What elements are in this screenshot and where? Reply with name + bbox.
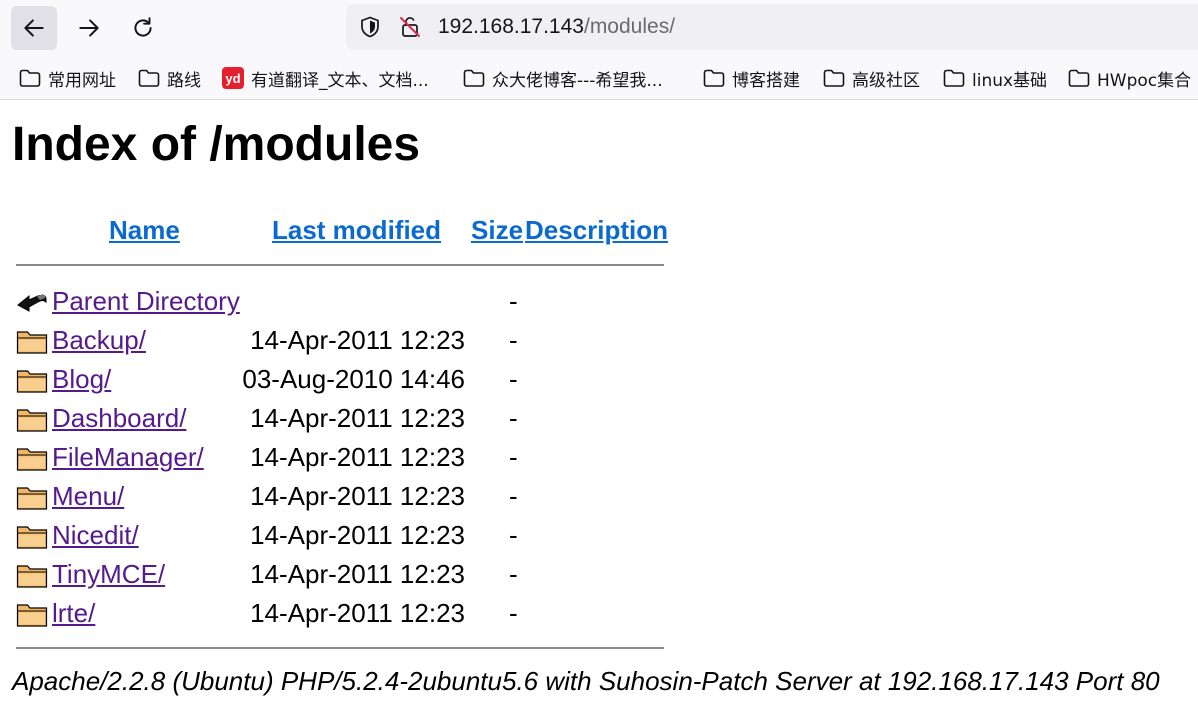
entry-link[interactable]: Blog/ [52, 362, 111, 396]
table-row: TinyMCE/ 14-Apr-2011 12:23 - [0, 557, 700, 593]
entry-link[interactable]: Nicedit/ [52, 518, 139, 552]
folder-icon [16, 331, 48, 354]
address-bar[interactable]: 192.168.17.143/modules/ [346, 4, 1198, 50]
table-row: FileManager/ 14-Apr-2011 12:23 - [0, 440, 700, 476]
insecure-lock-icon[interactable] [398, 15, 422, 39]
entry-link[interactable]: FileManager/ [52, 440, 204, 474]
shield-icon[interactable] [358, 15, 382, 39]
url-text[interactable]: 192.168.17.143/modules/ [438, 14, 675, 40]
url-path: /modules/ [583, 15, 676, 38]
entry-size: - [509, 286, 518, 316]
entry-date: 14-Apr-2011 12:23 [250, 403, 465, 433]
sort-by-last-modified-link[interactable]: Last modified [272, 214, 441, 246]
browser-toolbar: 192.168.17.143/modules/ [0, 0, 1198, 56]
back-arrow-icon [24, 19, 44, 37]
forward-button[interactable] [66, 6, 112, 50]
entry-link[interactable]: Menu/ [52, 479, 124, 513]
entry-date: 14-Apr-2011 12:23 [250, 325, 465, 355]
entry-link[interactable]: TinyMCE/ [52, 557, 165, 591]
folder-icon [1068, 69, 1090, 87]
header-divider [16, 264, 664, 266]
folder-icon [463, 69, 485, 87]
bookmark-folder[interactable]: 众大佬博客---希望我... [463, 66, 663, 91]
folder-icon [823, 69, 845, 87]
footer-divider [16, 647, 664, 649]
reload-icon [134, 17, 152, 37]
entry-link[interactable]: Parent Directory [52, 284, 240, 318]
page-title: Index of /modules [12, 118, 421, 171]
bookmark-folder[interactable]: 博客搭建 [703, 66, 800, 91]
table-row: Nicedit/ 14-Apr-2011 12:23 - [0, 518, 700, 554]
folder-icon [16, 370, 48, 393]
entry-date: 14-Apr-2011 12:23 [250, 520, 465, 550]
entry-size: - [509, 598, 518, 628]
bookmark-label: 众大佬博客---希望我... [492, 70, 663, 91]
table-row: Blog/ 03-Aug-2010 14:46 - [0, 362, 700, 398]
back-arrow-icon [17, 294, 47, 312]
bookmark-label: 博客搭建 [732, 70, 800, 91]
entry-size: - [509, 364, 518, 394]
folder-icon [16, 565, 48, 588]
entry-size: - [509, 481, 518, 511]
sort-by-name-link[interactable]: Name [109, 214, 180, 246]
bookmark-label: 高级社区 [852, 70, 920, 91]
bookmark-label: 有道翻译_文本、文档... [251, 70, 429, 91]
bookmark-folder[interactable]: linux基础 [943, 66, 1048, 91]
reload-button[interactable] [120, 6, 166, 50]
bookmarks-bar: 常用网址 路线 yd 有道翻译_文本、文档... 众大佬博客---希望我... … [0, 56, 1198, 100]
entry-size: - [509, 520, 518, 550]
entry-size: - [509, 325, 518, 355]
forward-arrow-icon [79, 19, 99, 37]
entry-date: 14-Apr-2011 12:23 [250, 559, 465, 589]
entry-date: 14-Apr-2011 12:23 [250, 598, 465, 628]
server-signature: Apache/2.2.8 (Ubuntu) PHP/5.2.4-2ubuntu5… [12, 666, 1160, 696]
table-row: Menu/ 14-Apr-2011 12:23 - [0, 479, 700, 515]
folder-icon [16, 526, 48, 549]
bookmark-folder[interactable]: 路线 [138, 66, 201, 91]
folder-icon [943, 69, 965, 87]
entry-size: - [509, 403, 518, 433]
entry-date: 03-Aug-2010 14:46 [242, 364, 465, 394]
folder-icon [16, 409, 48, 432]
table-row: Backup/ 14-Apr-2011 12:23 - [0, 323, 700, 359]
table-row: lrte/ 14-Apr-2011 12:23 - [0, 596, 700, 632]
folder-icon [703, 69, 725, 87]
url-host: 192.168.17.143 [438, 15, 584, 38]
bookmark-label: 路线 [167, 70, 201, 91]
bookmark-folder[interactable]: 常用网址 [19, 66, 116, 91]
sort-by-size-link[interactable]: Size [471, 214, 523, 246]
bookmark-folder[interactable]: HWpoc集合 [1068, 66, 1192, 91]
table-row: Parent Directory - [0, 284, 700, 320]
bookmark-link[interactable]: yd 有道翻译_文本、文档... [222, 66, 429, 91]
folder-icon [16, 487, 48, 510]
folder-icon [138, 69, 160, 87]
entry-date: 14-Apr-2011 12:23 [250, 481, 465, 511]
entry-size: - [509, 559, 518, 589]
folder-icon [19, 69, 41, 87]
entry-date: 14-Apr-2011 12:23 [250, 442, 465, 472]
sort-by-description-link[interactable]: Description [525, 214, 668, 246]
bookmark-folder[interactable]: 高级社区 [823, 66, 920, 91]
folder-icon [16, 604, 48, 627]
entry-size: - [509, 442, 518, 472]
entry-link[interactable]: Dashboard/ [52, 401, 186, 435]
entry-link[interactable]: lrte/ [52, 596, 95, 630]
bookmark-label: 常用网址 [48, 70, 116, 91]
folder-icon [16, 448, 48, 471]
entry-link[interactable]: Backup/ [52, 323, 146, 357]
table-row: Dashboard/ 14-Apr-2011 12:23 - [0, 401, 700, 437]
back-button[interactable] [11, 6, 57, 50]
bookmark-label: HWpoc集合 [1097, 70, 1192, 91]
youdao-icon: yd [222, 67, 244, 89]
bookmark-label: linux基础 [972, 70, 1048, 91]
